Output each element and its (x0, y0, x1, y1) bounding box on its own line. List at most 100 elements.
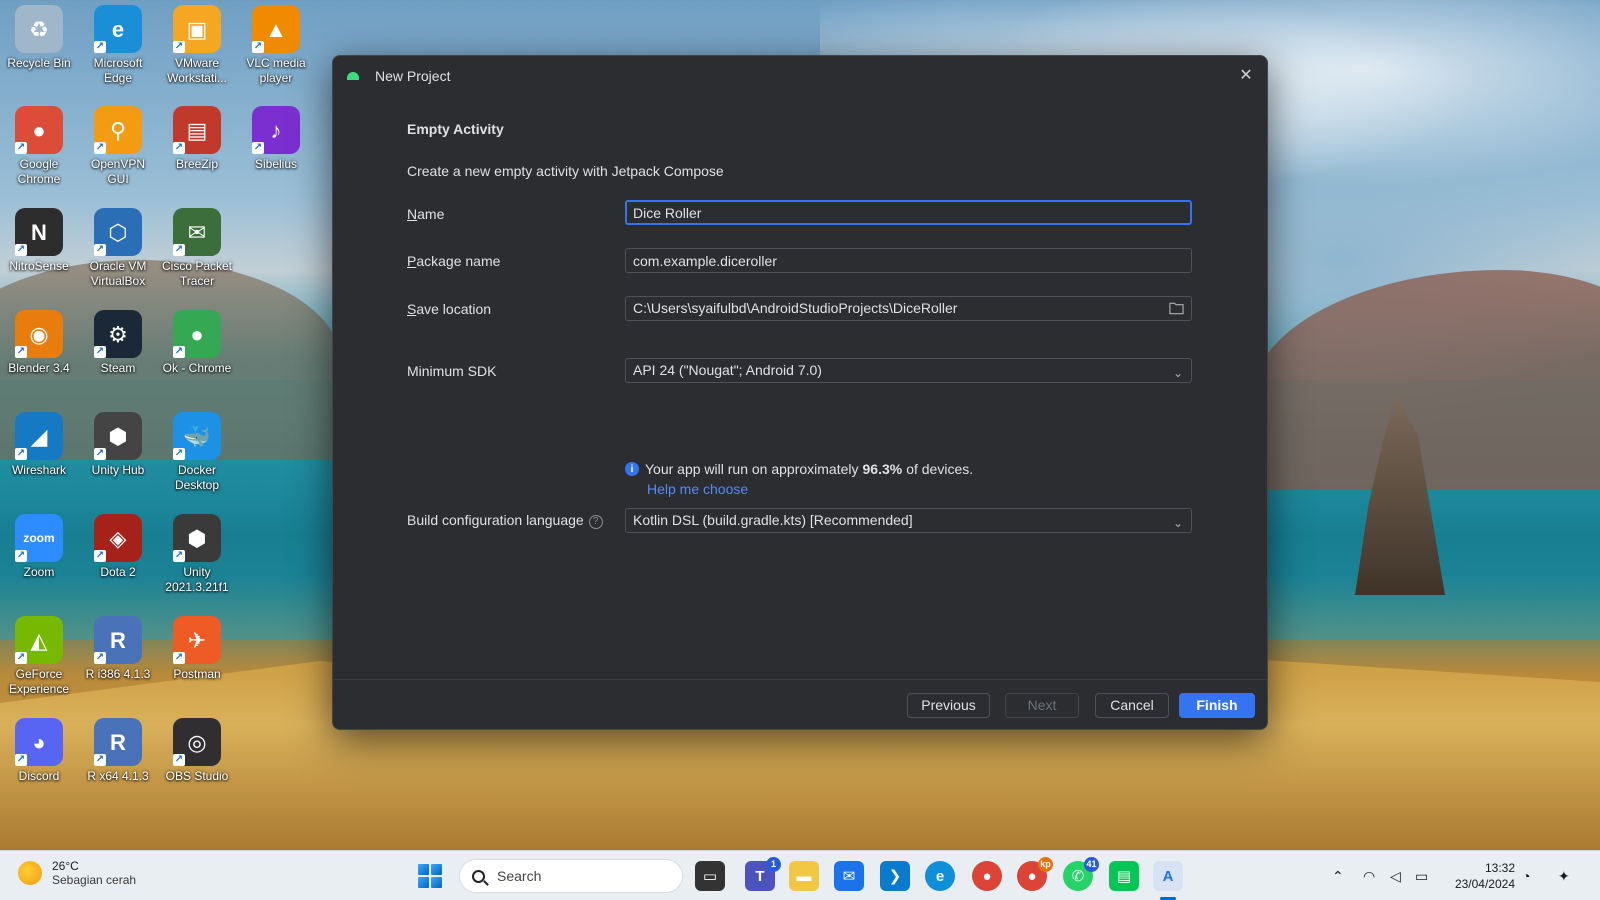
desktop-icon[interactable]: ◢ ↗ Wireshark (0, 412, 78, 478)
cancel-button[interactable]: Cancel (1095, 693, 1169, 718)
shortcut-arrow-icon: ↗ (15, 652, 27, 664)
shortcut-arrow-icon: ↗ (15, 754, 27, 766)
help-icon[interactable]: ? (588, 514, 603, 529)
android-icon (347, 72, 359, 80)
line-icon[interactable]: ▤ (1109, 861, 1139, 891)
app-icon: ▣ ↗ (173, 5, 221, 53)
notification-bell-icon[interactable]: ◔ (1522, 851, 1530, 900)
whatsapp-icon[interactable]: ✆ 41 (1063, 857, 1099, 891)
desktop-icon[interactable]: ✈ ↗ Postman (158, 616, 236, 682)
desktop-icon[interactable]: R ↗ R i386 4.1.3 (79, 616, 157, 682)
mail-icon[interactable]: ✉ (834, 861, 864, 891)
wifi-icon[interactable]: ◠ (1363, 851, 1375, 900)
weather-sun-icon (18, 861, 42, 885)
desktop-icon[interactable]: ⬢ ↗ Unity 2021.3.21f1 (158, 514, 236, 595)
desktop-icon[interactable]: ● ↗ Ok - Chrome (158, 310, 236, 376)
app-icon: N ↗ (15, 208, 63, 256)
desktop-icon-label: Dota 2 (100, 565, 136, 579)
task-view-icon[interactable]: ▭ (695, 861, 725, 891)
volume-icon[interactable]: ◁ (1390, 851, 1401, 900)
previous-button[interactable]: Previous (907, 693, 990, 718)
desktop-icon-label: GeForce Experience (8, 667, 70, 696)
desktop-icon[interactable]: R ↗ R x64 4.1.3 (79, 718, 157, 784)
android-studio-icon[interactable]: A (1153, 861, 1183, 891)
edge-icon[interactable]: e (925, 861, 955, 891)
desktop-icon-label: Cisco Packet Tracer (161, 259, 233, 288)
desktop-icon[interactable]: ◭ ↗ GeForce Experience (0, 616, 78, 697)
desktop-icon[interactable]: ▲ ↗ VLC media player (237, 5, 315, 86)
desktop-icon[interactable]: e ↗ Microsoft Edge (79, 5, 157, 86)
vscode-icon[interactable]: ❯ (880, 861, 910, 891)
desktop-icon[interactable]: ⬡ ↗ Oracle VM VirtualBox (79, 208, 157, 289)
file-explorer-icon[interactable]: ▬ (789, 861, 819, 891)
desktop-icon[interactable]: ⬢ ↗ Unity Hub (79, 412, 157, 478)
desktop-icon[interactable]: 🐳 ↗ Docker Desktop (158, 412, 236, 493)
clock-time: 13:32 (1484, 861, 1515, 875)
chrome-profile-icon[interactable]: ● kp (1017, 857, 1053, 891)
minimum-sdk-select[interactable]: API 24 ("Nougat"; Android 7.0) ⌄ (625, 358, 1192, 383)
save-location-label: Save location (407, 301, 492, 317)
desktop-icon[interactable]: ◉ ↗ Blender 3.4 (0, 310, 78, 376)
desktop-icon[interactable]: ✉ ↗ Cisco Packet Tracer (158, 208, 236, 289)
app-icon: ● ↗ (173, 310, 221, 358)
desktop-icon[interactable]: ⚙ ↗ Steam (79, 310, 157, 376)
teams-icon[interactable]: T1 (745, 857, 781, 891)
section-title: Empty Activity (407, 121, 504, 137)
coverage-percent: 96.3% (862, 461, 903, 477)
desktop-icon-label: R i386 4.1.3 (85, 667, 151, 681)
desktop-icon[interactable]: ◕ ↗ Discord (0, 718, 78, 784)
app-icon: R ↗ (94, 616, 142, 664)
desktop-icon[interactable]: zoom ↗ Zoom (0, 514, 78, 580)
desktop-icon[interactable]: N ↗ NitroSense (0, 208, 78, 274)
windows-start-icon[interactable] (418, 864, 442, 888)
weather-temp: 26°C (52, 859, 79, 873)
desktop-icon-label: Zoom (23, 565, 55, 579)
finish-button[interactable]: Finish (1179, 693, 1255, 718)
shortcut-arrow-icon: ↗ (15, 448, 27, 460)
close-icon[interactable]: ✕ (1235, 65, 1257, 87)
desktop-icon-label: Google Chrome (17, 157, 61, 186)
shortcut-arrow-icon: ↗ (173, 652, 185, 664)
tray-overflow-icon[interactable]: ⌃ (1332, 851, 1344, 900)
minimum-sdk-value: API 24 ("Nougat"; Android 7.0) (633, 362, 822, 378)
taskbar-search[interactable]: Search (459, 859, 683, 893)
desktop-icon-label: Discord (18, 769, 60, 783)
app-icon: R ↗ (94, 718, 142, 766)
app-icon: ◎ ↗ (173, 718, 221, 766)
app-icon: zoom ↗ (15, 514, 63, 562)
name-field[interactable] (625, 200, 1192, 225)
shortcut-arrow-icon: ↗ (15, 244, 27, 256)
hill-right (1250, 270, 1600, 490)
desktop-icon[interactable]: ▣ ↗ VMware Workstati... (158, 5, 236, 86)
desktop-icon[interactable]: ▤ ↗ BreeZip (158, 106, 236, 172)
dialog-titlebar[interactable]: New Project ✕ (333, 56, 1267, 96)
folder-icon[interactable] (1169, 301, 1184, 315)
desktop-icon[interactable]: ◈ ↗ Dota 2 (79, 514, 157, 580)
help-me-choose-link[interactable]: Help me choose (647, 481, 748, 497)
app-icon: ◉ ↗ (15, 310, 63, 358)
desktop-icon[interactable]: ♪ ↗ Sibelius (237, 106, 315, 172)
desktop-icon-label: VMware Workstati... (167, 56, 227, 85)
desktop-icon[interactable]: ⚲ ↗ OpenVPN GUI (79, 106, 157, 187)
next-button[interactable]: Next (1005, 693, 1079, 718)
copilot-icon[interactable]: ✦ (1558, 851, 1570, 900)
desktop-icon[interactable]: ● ↗ Google Chrome (0, 106, 78, 187)
app-icon: ♪ ↗ (252, 106, 300, 154)
desktop-icon-label: Wireshark (11, 463, 66, 477)
build-config-select[interactable]: Kotlin DSL (build.gradle.kts) [Recommend… (625, 508, 1192, 533)
shortcut-arrow-icon: ↗ (173, 448, 185, 460)
desktop-icon-label: Oracle VM VirtualBox (89, 259, 147, 288)
app-icon: 🐳 ↗ (173, 412, 221, 460)
save-location-field[interactable]: C:\Users\syaifulbd\AndroidStudioProjects… (625, 296, 1192, 321)
app-icon: e ↗ (94, 5, 142, 53)
desktop-icon[interactable]: ♻ Recycle Bin (0, 5, 78, 71)
shortcut-arrow-icon: ↗ (94, 244, 106, 256)
desktop-icon[interactable]: ◎ ↗ OBS Studio (158, 718, 236, 784)
battery-icon[interactable]: ▭ (1415, 851, 1428, 900)
desktop-icon-label: OpenVPN GUI (90, 157, 146, 186)
clock[interactable]: 13:32 23/04/2024 (1445, 860, 1515, 892)
chrome-icon[interactable]: ● (972, 861, 1002, 891)
teams-badge: 1 (766, 857, 781, 872)
package-name-field[interactable] (625, 248, 1192, 273)
weather-widget[interactable]: 26°C Sebagian cerah (18, 859, 136, 887)
